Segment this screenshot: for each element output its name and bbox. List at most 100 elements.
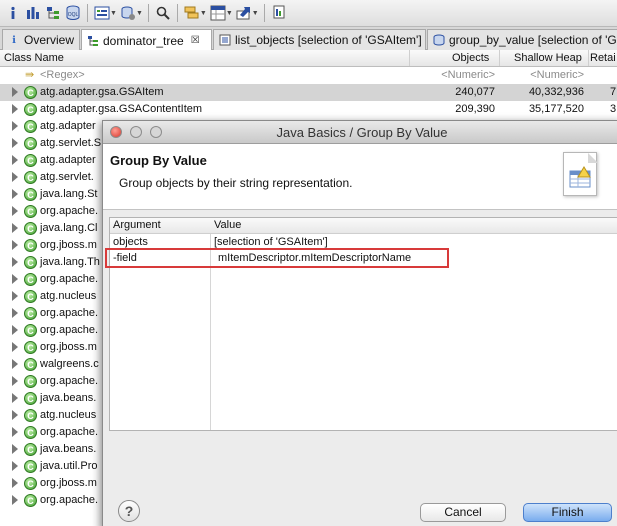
list-icon (219, 34, 231, 46)
expand-triangle-icon[interactable] (12, 308, 18, 318)
tab-overview[interactable]: ℹ Overview (2, 29, 80, 50)
close-icon[interactable]: ☒ (191, 35, 200, 46)
table-row[interactable]: Catg.adapter.gsa.GSAContentItem 209,390 35… (0, 101, 617, 118)
expand-triangle-icon[interactable] (12, 410, 18, 420)
filter-row[interactable]: ⇛ <Regex> <Numeric> <Numeric> (0, 67, 617, 84)
expand-triangle-icon[interactable] (12, 427, 18, 437)
pin-icon[interactable] (270, 4, 288, 22)
shallow-heap-filter-input[interactable]: <Numeric> (530, 69, 584, 81)
expand-triangle-icon[interactable] (12, 206, 18, 216)
dialog-description: Group objects by their string representa… (119, 176, 353, 190)
class-icon: C (24, 426, 37, 439)
class-icon: C (24, 171, 37, 184)
expand-triangle-icon[interactable] (12, 104, 18, 114)
chevron-down-icon[interactable]: ▼ (110, 10, 117, 17)
class-name-cell: org.apache. (40, 426, 99, 438)
class-name-cell: org.apache. (40, 205, 99, 217)
column-header-value: Value (214, 219, 242, 231)
column-header-argument: Argument (113, 219, 161, 231)
chevron-down-icon[interactable]: ▼ (136, 10, 143, 17)
expand-triangle-icon[interactable] (12, 342, 18, 352)
expand-triangle-icon[interactable] (12, 87, 18, 97)
expand-triangle-icon[interactable] (12, 359, 18, 369)
class-icon: C (24, 477, 37, 490)
tab-list-objects[interactable]: list_objects [selection of 'GSAItem'] (213, 29, 426, 50)
expand-triangle-icon[interactable] (12, 495, 18, 505)
objects-cell: 240,077 (455, 86, 495, 98)
class-name-cell: org.jboss.m (40, 239, 97, 251)
minimize-window-icon[interactable] (130, 126, 142, 138)
expand-triangle-icon[interactable] (12, 274, 18, 284)
expand-triangle-icon[interactable] (12, 155, 18, 165)
class-icon: C (24, 239, 37, 252)
expand-triangle-icon[interactable] (12, 393, 18, 403)
close-window-icon[interactable] (110, 126, 122, 138)
class-name-filter-input[interactable]: <Regex> (40, 69, 85, 81)
column-header-shallow-heap[interactable]: Shallow Heap (514, 52, 582, 64)
expand-triangle-icon[interactable] (12, 291, 18, 301)
retained-heap-cell: 7 (610, 86, 617, 98)
calculate-icon[interactable] (209, 4, 227, 22)
column-header-retained-heap[interactable]: Retai (590, 52, 616, 64)
class-name-cell: java.beans. (40, 443, 97, 455)
class-name-cell: atg.nucleus (40, 290, 97, 302)
retained-heap-cell: 3 (610, 103, 617, 115)
class-name-cell: atg.servlet. (40, 171, 94, 183)
expand-triangle-icon[interactable] (12, 172, 18, 182)
class-icon: C (24, 307, 37, 320)
tab-label: list_objects [selection of 'GSAItem'] (235, 33, 422, 47)
export-icon[interactable] (235, 4, 253, 22)
expand-triangle-icon[interactable] (12, 478, 18, 488)
class-name-cell: java.lang.St (40, 188, 98, 200)
search-icon[interactable] (154, 4, 172, 22)
expand-triangle-icon[interactable] (12, 138, 18, 148)
info-icon[interactable] (4, 4, 22, 22)
expand-triangle-icon[interactable] (12, 223, 18, 233)
objects-filter-input[interactable]: <Numeric> (441, 69, 495, 81)
table-header: Class Name Objects Shallow Heap Retai (0, 50, 617, 67)
query-browser-icon[interactable] (119, 4, 137, 22)
class-name-cell: atg.nucleus (40, 409, 97, 421)
regex-filter-icon: ⇛ (25, 69, 35, 81)
tab-group-by-value[interactable]: group_by_value [selection of 'G (427, 29, 617, 50)
table-row[interactable]: Catg.adapter.gsa.GSAItem 240,077 40,332,93… (0, 84, 617, 101)
finish-button[interactable]: Finish (523, 503, 612, 522)
column-divider[interactable] (499, 50, 500, 66)
class-icon: C (24, 86, 37, 99)
chevron-down-icon[interactable]: ▼ (200, 10, 207, 17)
column-header-class-name[interactable]: Class Name (4, 52, 64, 64)
expand-triangle-icon[interactable] (12, 325, 18, 335)
chevron-down-icon[interactable]: ▼ (252, 10, 259, 17)
dialog-heading: Group By Value (110, 153, 207, 168)
histogram-icon[interactable] (24, 4, 42, 22)
class-name-cell: atg.adapter (40, 120, 96, 132)
expand-triangle-icon[interactable] (12, 444, 18, 454)
chevron-down-icon[interactable]: ▼ (226, 10, 233, 17)
tab-dominator-tree[interactable]: dominator_tree ☒ (81, 29, 212, 51)
class-icon: C (24, 205, 37, 218)
cancel-button[interactable]: Cancel (420, 503, 506, 522)
column-divider[interactable] (588, 50, 589, 66)
class-icon: C (24, 494, 37, 507)
argument-value[interactable]: [selection of 'GSAItem'] (214, 236, 328, 248)
dialog-title-bar[interactable]: Java Basics / Group By Value (103, 121, 617, 144)
oql-icon[interactable]: OQL (64, 4, 82, 22)
expand-triangle-icon[interactable] (12, 121, 18, 131)
help-button[interactable]: ? (118, 500, 140, 522)
expand-triangle-icon[interactable] (12, 240, 18, 250)
expand-triangle-icon[interactable] (12, 189, 18, 199)
dominator-tree-icon[interactable] (44, 4, 62, 22)
class-name-cell: org.apache. (40, 494, 99, 506)
heap-dump-overview-icon[interactable] (93, 4, 111, 22)
expand-triangle-icon[interactable] (12, 257, 18, 267)
group-icon[interactable] (183, 4, 201, 22)
column-divider[interactable] (409, 50, 410, 66)
expand-triangle-icon[interactable] (12, 461, 18, 471)
arguments-table-header: Argument Value (110, 218, 617, 234)
expand-triangle-icon[interactable] (12, 376, 18, 386)
toolbar-separator (263, 4, 265, 22)
highlight-annotation-box (105, 248, 449, 268)
column-header-objects[interactable]: Objects (452, 52, 489, 64)
zoom-window-icon[interactable] (150, 126, 162, 138)
class-icon: C (24, 188, 37, 201)
